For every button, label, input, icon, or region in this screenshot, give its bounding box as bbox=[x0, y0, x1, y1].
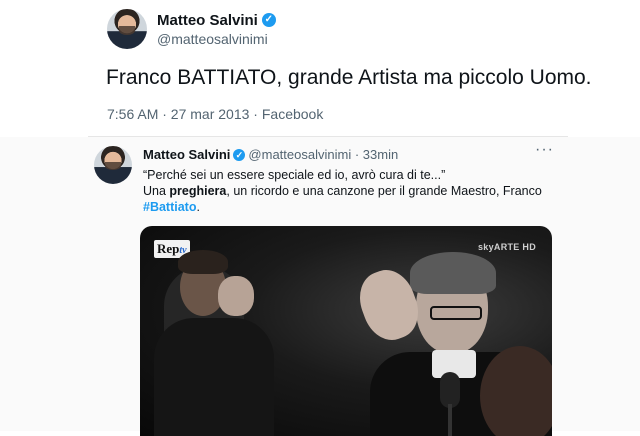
video-player[interactable]: Reptv skyARTE HD bbox=[140, 226, 552, 436]
musician-body bbox=[154, 318, 274, 436]
tweet-line-3: #Battiato. bbox=[143, 199, 573, 215]
avatar[interactable] bbox=[94, 146, 132, 184]
conductor-hair bbox=[410, 252, 496, 294]
tweet-body: “Perché sei un essere speciale ed io, av… bbox=[143, 167, 573, 215]
author-handle[interactable]: @matteosalvinimi bbox=[157, 31, 268, 47]
separator: · bbox=[354, 147, 360, 162]
avatar[interactable] bbox=[107, 9, 147, 49]
tweet-line-2-post: , un ricordo e una canzone per il grande… bbox=[226, 184, 542, 198]
tweet-header: Matteo Salvini ✓ @matteosalvinimi · 33min bbox=[143, 147, 398, 162]
author-name[interactable]: Matteo Salvini bbox=[157, 12, 258, 29]
tweet-line-2-bold: preghiera bbox=[169, 184, 227, 198]
mic-stand bbox=[448, 404, 452, 436]
tweet-line-quote: “Perché sei un essere speciale ed io, av… bbox=[143, 168, 446, 182]
embedded-tweet: Matteo Salvini ✓ @matteosalvinimi · 33min … bbox=[0, 137, 640, 436]
more-icon[interactable]: ··· bbox=[535, 141, 554, 159]
tweet-line-2: Una preghiera, un ricordo e una canzone … bbox=[143, 183, 573, 199]
author-name[interactable]: Matteo Salvini bbox=[143, 147, 230, 162]
tweet-line-2-pre: Una bbox=[143, 184, 170, 198]
author-name-block[interactable]: Matteo Salvini ✓ bbox=[157, 12, 276, 29]
tweet-text: Franco BATTIATO, grande Artista ma picco… bbox=[106, 66, 592, 89]
skyarte-logo: skyARTE HD bbox=[477, 242, 536, 252]
tweet-timestamp[interactable]: 7:56 AM · 27 mar 2013 · Facebook bbox=[107, 106, 323, 122]
conducting-hand bbox=[218, 276, 254, 316]
hashtag-suffix: . bbox=[196, 200, 200, 214]
microphone bbox=[440, 372, 460, 408]
reptv-logo-main: Rep bbox=[157, 241, 180, 256]
tweet-time[interactable]: 33min bbox=[363, 147, 398, 162]
musician-hair bbox=[178, 250, 228, 274]
main-tweet: Matteo Salvini ✓ @matteosalvinimi Franco … bbox=[0, 0, 640, 133]
verified-badge-icon: ✓ bbox=[233, 148, 246, 161]
author-handle[interactable]: @matteosalvinimi bbox=[248, 147, 351, 162]
verified-badge-icon: ✓ bbox=[261, 12, 276, 27]
conductor-glasses bbox=[430, 306, 482, 320]
hashtag-link[interactable]: #Battiato bbox=[143, 200, 196, 214]
